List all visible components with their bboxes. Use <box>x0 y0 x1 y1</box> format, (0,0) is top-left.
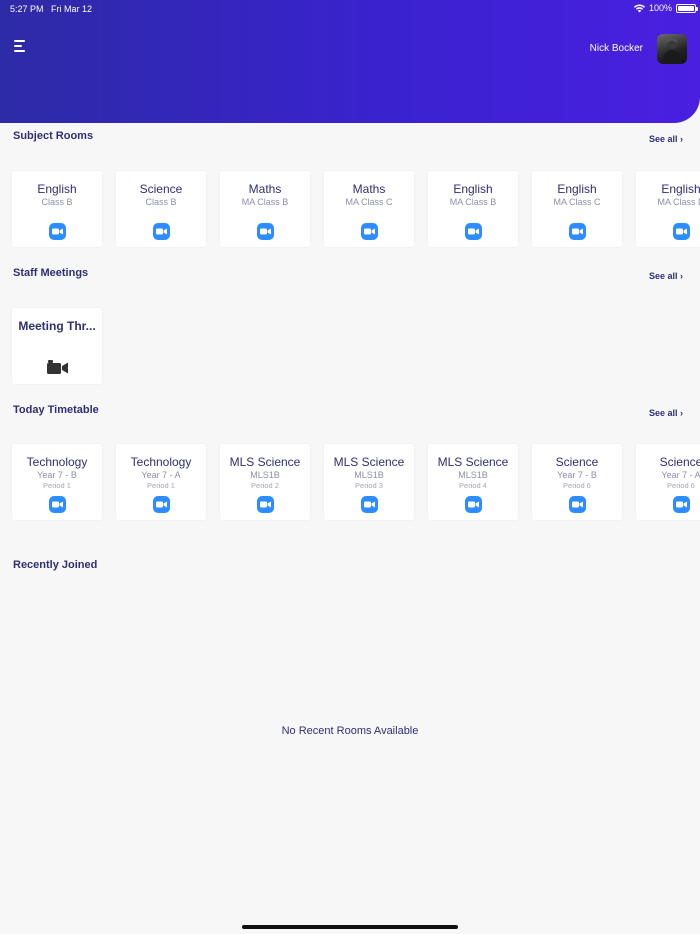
video-camera-icon[interactable] <box>569 496 586 513</box>
subject-rooms-title: Subject Rooms <box>13 130 94 142</box>
timetable-card[interactable]: MLS Science MLS1B Period 4 <box>428 444 518 520</box>
card-title: Meeting Thr... <box>18 319 96 333</box>
chevron-right-icon: › <box>680 408 683 418</box>
card-title: Maths <box>352 182 386 196</box>
video-camera-icon[interactable] <box>673 223 690 240</box>
timetable-title: Today Timetable <box>13 404 99 416</box>
subject-room-card[interactable]: English MA Class B <box>428 171 518 247</box>
status-time: 5:27 PM <box>10 4 44 14</box>
timetable-card[interactable]: Technology Year 7 - A Period 1 <box>116 444 206 520</box>
card-title: English <box>453 182 493 196</box>
video-camera-icon[interactable] <box>49 223 66 240</box>
user-name[interactable]: Nick Bocker <box>590 43 643 54</box>
card-title: English <box>37 182 77 196</box>
battery-icon <box>676 3 698 13</box>
avatar-photo <box>662 38 682 64</box>
see-all-label: See all <box>648 408 678 418</box>
subject-room-card[interactable]: English MA Class D <box>636 171 700 247</box>
status-date: Fri Mar 12 <box>51 4 93 14</box>
card-period: Period 3 <box>355 481 383 490</box>
card-subtitle: Year 7 - B <box>37 470 77 480</box>
card-title: Technology <box>26 455 88 469</box>
video-camera-icon[interactable] <box>257 223 274 240</box>
chevron-right-icon: › <box>680 134 683 144</box>
card-period: Period 1 <box>147 481 175 490</box>
card-title: Science <box>139 182 183 196</box>
card-subtitle: MA Class C <box>553 197 601 207</box>
video-camera-icon[interactable] <box>465 496 482 513</box>
home-indicator[interactable] <box>242 925 458 929</box>
card-period: Period 6 <box>667 481 695 490</box>
staff-meetings-title: Staff Meetings <box>13 267 89 279</box>
card-subtitle: MLS1B <box>250 470 280 480</box>
status-bar: 5:27 PM Fri Mar 12 100% <box>0 0 700 18</box>
card-subtitle: MA Class B <box>241 197 289 207</box>
empty-state-message: No Recent Rooms Available <box>281 725 419 737</box>
video-camera-icon[interactable] <box>673 496 690 513</box>
battery-percent: 100% <box>648 3 672 13</box>
subject-room-card[interactable]: English Class B <box>12 171 102 247</box>
card-title: Maths <box>248 182 282 196</box>
timetable-card[interactable]: Science Year 7 - A Period 6 <box>636 444 700 520</box>
card-title: Technology <box>130 455 192 469</box>
subject-room-card[interactable]: Maths MA Class B <box>220 171 310 247</box>
video-camera-icon[interactable] <box>257 496 274 513</box>
card-subtitle: MA Class B <box>449 197 497 207</box>
recently-joined-title: Recently Joined <box>13 559 98 571</box>
card-title: MLS Science <box>229 455 301 469</box>
card-title: English <box>557 182 597 196</box>
video-camera-icon[interactable] <box>153 496 170 513</box>
menu-icon[interactable] <box>14 40 28 54</box>
video-camera-icon[interactable] <box>361 496 378 513</box>
card-title: MLS Science <box>437 455 509 469</box>
video-camera-icon[interactable] <box>465 223 482 240</box>
video-camera-icon[interactable] <box>49 496 66 513</box>
subject-room-card[interactable]: Maths MA Class C <box>324 171 414 247</box>
video-camera-icon[interactable] <box>47 360 69 374</box>
card-subtitle: MLS1B <box>458 470 488 480</box>
card-subtitle: Year 7 - B <box>557 470 597 480</box>
timetable-card[interactable]: Technology Year 7 - B Period 1 <box>12 444 102 520</box>
card-subtitle: Class B <box>41 197 73 207</box>
staff-meeting-card[interactable]: Meeting Thr... <box>12 308 102 384</box>
see-all-label: See all <box>648 134 678 144</box>
video-camera-icon[interactable] <box>361 223 378 240</box>
subject-rooms-see-all[interactable]: See all › <box>649 134 683 144</box>
card-period: Period 4 <box>459 481 487 490</box>
chevron-right-icon: › <box>680 271 683 281</box>
subject-room-card[interactable]: English MA Class C <box>532 171 622 247</box>
status-indicators: 100% <box>633 3 698 13</box>
card-title: English <box>661 182 700 196</box>
subject-room-card[interactable]: Science Class B <box>116 171 206 247</box>
subject-rooms-row: English Class B Science Class B Maths MA Cl… <box>12 171 700 247</box>
see-all-label: See all <box>648 271 678 281</box>
staff-meetings-row: Meeting Thr... <box>12 308 102 384</box>
card-title: MLS Science <box>333 455 405 469</box>
card-subtitle: MLS1B <box>354 470 384 480</box>
app-header: 5:27 PM Fri Mar 12 100% Nick Bocker <box>0 0 700 123</box>
card-period: Period 2 <box>251 481 279 490</box>
card-title: Science <box>555 455 599 469</box>
timetable-card[interactable]: Science Year 7 - B Period 6 <box>532 444 622 520</box>
card-subtitle: MA Class C <box>345 197 393 207</box>
wifi-icon <box>633 3 645 12</box>
card-title: Science <box>659 455 700 469</box>
video-camera-icon[interactable] <box>569 223 586 240</box>
staff-meetings-see-all[interactable]: See all › <box>649 271 683 281</box>
card-subtitle: Class B <box>145 197 177 207</box>
card-subtitle: Year 7 - A <box>661 470 700 480</box>
timetable-see-all[interactable]: See all › <box>649 408 683 418</box>
card-period: Period 6 <box>563 481 591 490</box>
card-period: Period 1 <box>43 481 71 490</box>
avatar[interactable] <box>657 34 687 64</box>
card-subtitle: Year 7 - A <box>141 470 181 480</box>
timetable-card[interactable]: MLS Science MLS1B Period 3 <box>324 444 414 520</box>
timetable-row: Technology Year 7 - B Period 1 Technology Y… <box>12 444 700 520</box>
timetable-card[interactable]: MLS Science MLS1B Period 2 <box>220 444 310 520</box>
video-camera-icon[interactable] <box>153 223 170 240</box>
card-subtitle: MA Class D <box>657 197 700 207</box>
